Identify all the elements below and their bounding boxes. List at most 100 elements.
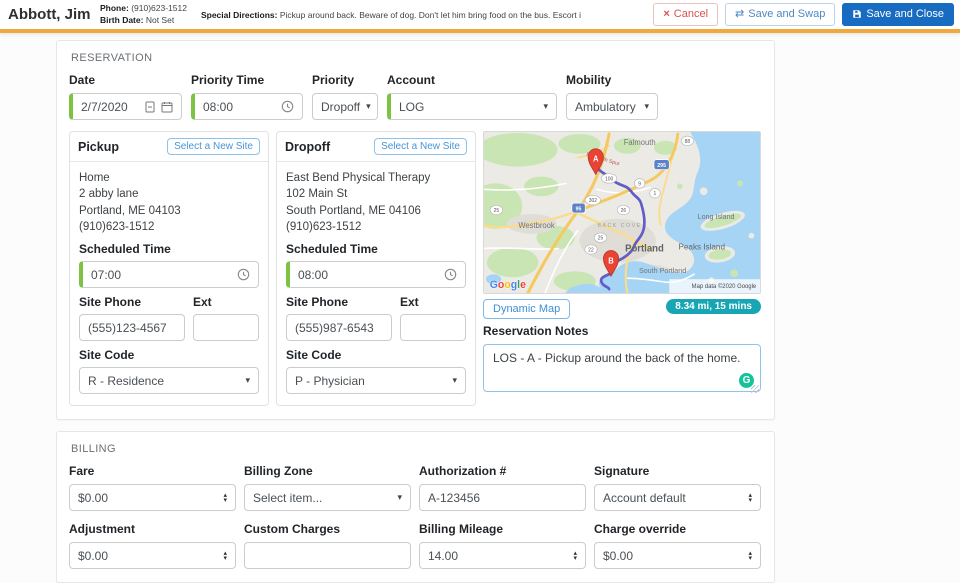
route-25-shield-west: 25 — [490, 205, 502, 214]
dropoff-ext-text[interactable] — [409, 321, 457, 335]
dropoff-select-new-site-button[interactable]: Select a New Site — [374, 138, 467, 155]
authorization-input[interactable] — [419, 484, 586, 511]
priority-time-input[interactable] — [191, 93, 303, 120]
priority-field-group: Priority Dropoff ▾ — [312, 73, 378, 120]
signature-label: Signature — [594, 464, 761, 478]
google-logo: Google — [490, 279, 526, 291]
clock-icon[interactable] — [237, 268, 250, 281]
account-label: Account — [387, 73, 557, 87]
stepper-arrows-icon[interactable]: ▴▾ — [217, 551, 227, 561]
dropoff-address: East Bend Physical Therapy 102 Main St S… — [286, 170, 466, 235]
route-9-shield: 9 — [634, 179, 645, 188]
stepper-arrows-icon[interactable]: ▴▾ — [217, 493, 227, 503]
dropoff-site-phone-input[interactable] — [286, 314, 392, 341]
save-disk-icon — [852, 9, 862, 19]
special-directions-value: Pickup around back. Beware of dog. Don't… — [280, 10, 581, 20]
dropoff-scheduled-time-input[interactable] — [286, 261, 466, 288]
dropoff-site-phone-text[interactable] — [295, 321, 383, 335]
pickup-select-new-site-button[interactable]: Select a New Site — [167, 138, 260, 155]
priority-label: Priority — [312, 73, 378, 87]
dropoff-site-code-select[interactable]: P - Physician ▾ — [286, 367, 466, 394]
pickup-site-code-label: Site Code — [79, 348, 259, 362]
pickup-ext-text[interactable] — [202, 321, 250, 335]
billing-mileage-field-group: Billing Mileage ▴▾ — [419, 522, 586, 569]
mobility-field-group: Mobility Ambulatory ▾ — [566, 73, 658, 120]
route-map[interactable]: 95 295 302 100 26 9 1 25 22 25 88 F — [483, 131, 761, 294]
authorization-input-text[interactable] — [428, 491, 577, 505]
cancel-button[interactable]: × Cancel — [653, 3, 718, 25]
fare-field-group: Fare ▴▾ — [69, 464, 236, 511]
birth-date-label: Birth Date: — [100, 15, 143, 25]
stepper-arrows-icon[interactable]: ▴▾ — [567, 551, 577, 561]
billing-zone-select[interactable]: Select item... ▾ — [244, 484, 411, 511]
map-column: 95 295 302 100 26 9 1 25 22 25 88 F — [483, 131, 761, 406]
pickup-site-phone-input[interactable] — [79, 314, 185, 341]
fare-input[interactable]: ▴▾ — [69, 484, 236, 511]
custom-charges-field-group: Custom Charges — [244, 522, 411, 569]
billing-section-title: BILLING — [71, 443, 761, 455]
priority-select[interactable]: Dropoff ▾ — [312, 93, 378, 120]
map-label-portland: Portland — [625, 243, 664, 254]
birth-date-value: Not Set — [146, 15, 174, 25]
pickup-scheduled-time-input[interactable] — [79, 261, 259, 288]
svg-text:302: 302 — [589, 198, 597, 204]
clock-icon[interactable] — [281, 100, 294, 113]
route-22-shield: 22 — [585, 245, 597, 254]
svg-text:95: 95 — [576, 206, 582, 212]
save-and-close-button[interactable]: Save and Close — [842, 3, 954, 25]
resize-handle-icon[interactable] — [751, 385, 759, 393]
reservation-section-title: RESERVATION — [71, 52, 761, 64]
pickup-ext-input[interactable] — [193, 314, 259, 341]
phone-value: (910)623-1512 — [131, 3, 187, 13]
svg-text:B: B — [608, 256, 614, 265]
route-88-shield: 88 — [681, 136, 693, 145]
route-302-shield: 302 — [585, 195, 600, 204]
pickup-site-phone-label: Site Phone — [79, 295, 185, 309]
select-arrows-icon: ▴▾ — [742, 493, 752, 503]
svg-text:1: 1 — [654, 191, 657, 197]
distance-duration-badge: 8.34 mi, 15 mins — [666, 299, 761, 314]
priority-time-input-text[interactable] — [203, 100, 281, 114]
pickup-site-phone-text[interactable] — [88, 321, 176, 335]
pickup-title: Pickup — [78, 140, 119, 154]
chevron-down-icon: ▾ — [446, 375, 457, 386]
charge-override-input[interactable]: ▴▾ — [594, 542, 761, 569]
account-select[interactable]: LOG ▾ — [387, 93, 557, 120]
date-entry-icon[interactable] — [145, 101, 155, 113]
adjustment-input[interactable]: ▴▾ — [69, 542, 236, 569]
dropoff-panel: Dropoff Select a New Site East Bend Phys… — [276, 131, 476, 406]
reservation-notes-input[interactable]: LOS - A - Pickup around the back of the … — [483, 344, 761, 392]
date-input-text[interactable] — [81, 100, 145, 114]
billing-card: BILLING Fare ▴▾ Billing Zone Select item… — [56, 431, 775, 583]
client-name: Abbott, Jim — [8, 6, 100, 23]
fare-input-text[interactable] — [78, 491, 217, 505]
chevron-down-icon: ▾ — [391, 492, 402, 503]
map-label-westbrook: Westbrook — [518, 221, 554, 230]
calendar-icon[interactable] — [161, 101, 173, 113]
interstate-295-shield: 295 — [654, 160, 669, 170]
custom-charges-input[interactable] — [244, 542, 411, 569]
chevron-down-icon: ▾ — [360, 101, 371, 112]
dropoff-scheduled-time-text[interactable] — [298, 268, 444, 282]
svg-text:22: 22 — [588, 247, 594, 253]
dropoff-ext-input[interactable] — [400, 314, 466, 341]
clock-icon[interactable] — [444, 268, 457, 281]
map-label-long-island: Long Island — [698, 212, 735, 221]
pickup-scheduled-time-text[interactable] — [91, 268, 237, 282]
billing-mileage-input[interactable]: ▴▾ — [419, 542, 586, 569]
signature-select[interactable]: Account default ▴▾ — [594, 484, 761, 511]
dynamic-map-button[interactable]: Dynamic Map — [483, 299, 570, 319]
special-directions: Special Directions: Pickup around back. … — [201, 10, 581, 20]
billing-zone-label: Billing Zone — [244, 464, 411, 478]
pickup-site-code-select[interactable]: R - Residence ▾ — [79, 367, 259, 394]
save-and-swap-button[interactable]: ⇄ Save and Swap — [725, 3, 835, 25]
mobility-select[interactable]: Ambulatory ▾ — [566, 93, 658, 120]
route-100-shield: 100 — [601, 174, 616, 183]
date-input[interactable] — [69, 93, 182, 120]
map-label-back-cove: BACK COVE — [597, 223, 641, 229]
reservation-card: RESERVATION Date Priority Time Priority … — [56, 40, 775, 420]
billing-mileage-label: Billing Mileage — [419, 522, 586, 536]
stepper-arrows-icon[interactable]: ▴▾ — [742, 551, 752, 561]
dropoff-scheduled-time-label: Scheduled Time — [286, 242, 466, 256]
svg-text:295: 295 — [657, 163, 666, 169]
